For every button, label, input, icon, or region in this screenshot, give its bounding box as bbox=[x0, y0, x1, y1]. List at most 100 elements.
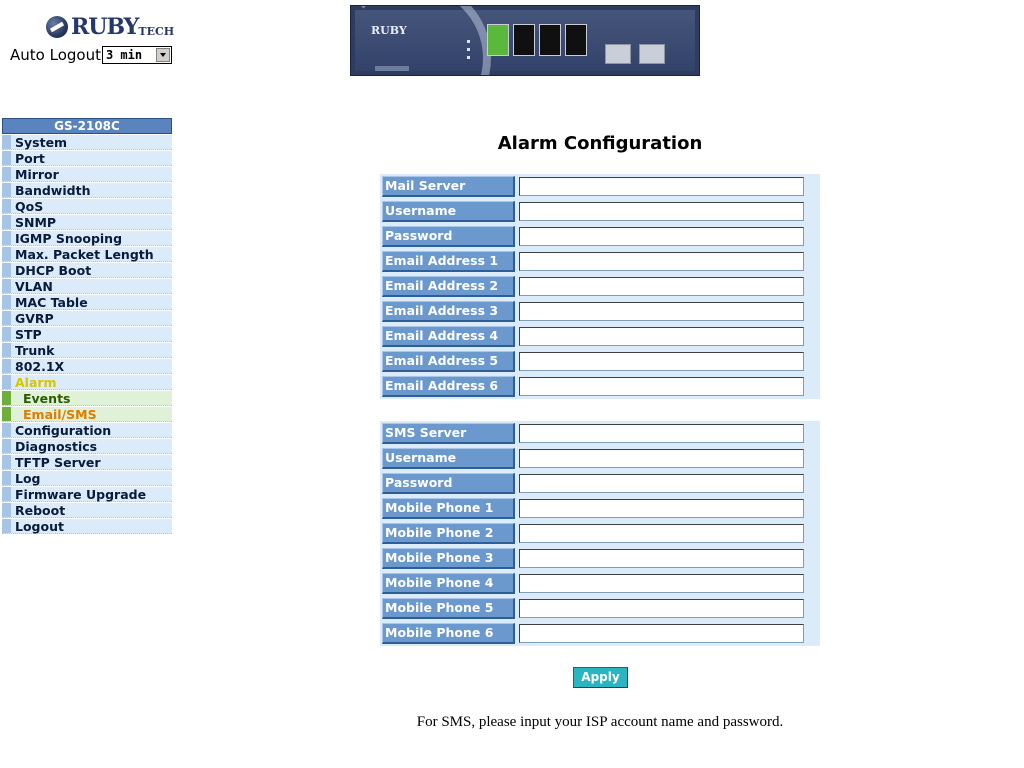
mobile-phone-1-input[interactable] bbox=[519, 499, 804, 518]
ethernet-port-4 bbox=[565, 24, 587, 56]
field-label: Email Address 6 bbox=[382, 376, 515, 397]
field-label: Mobile Phone 5 bbox=[382, 598, 515, 619]
field-label: Password bbox=[382, 473, 515, 494]
mail-server-input[interactable] bbox=[519, 177, 804, 196]
mobile-phone-3-input[interactable] bbox=[519, 549, 804, 568]
field-label: Email Address 1 bbox=[382, 251, 515, 272]
sidebar-item-mirror[interactable]: Mirror bbox=[2, 167, 172, 182]
sms-config-table: SMS Server Username Password Mobile Phon… bbox=[380, 421, 820, 646]
panel-logo: RUBY bbox=[371, 24, 407, 37]
sidebar-subitem-email-sms[interactable]: Email/SMS bbox=[2, 407, 172, 422]
form-row-sms-server: SMS Server bbox=[380, 421, 820, 446]
rubytech-logo: RUBY TECH bbox=[46, 14, 174, 40]
field-label: Email Address 2 bbox=[382, 276, 515, 297]
sidebar-item-bandwidth[interactable]: Bandwidth bbox=[2, 183, 172, 198]
form-row-mobile-phone-1: Mobile Phone 1 bbox=[380, 496, 820, 521]
switch-front-panel: RUBY bbox=[350, 5, 700, 76]
auto-logout: Auto Logout 3 min bbox=[10, 45, 172, 65]
field-label: Mobile Phone 3 bbox=[382, 548, 515, 569]
sms-server-input[interactable] bbox=[519, 424, 804, 443]
apply-button[interactable]: Apply bbox=[573, 667, 628, 688]
mobile-phone-6-input[interactable] bbox=[519, 624, 804, 643]
email-address-3-input[interactable] bbox=[519, 302, 804, 321]
form-row-email-address-3: Email Address 3 bbox=[380, 299, 820, 324]
auto-logout-value: 3 min bbox=[105, 48, 143, 62]
sidebar-item-igmp-snooping[interactable]: IGMP Snooping bbox=[2, 231, 172, 246]
form-row-email-password: Password bbox=[380, 224, 820, 249]
logo-suffix: TECH bbox=[138, 24, 175, 38]
form-row-mobile-phone-2: Mobile Phone 2 bbox=[380, 521, 820, 546]
globe-icon bbox=[46, 16, 68, 38]
auto-logout-label: Auto Logout bbox=[10, 46, 101, 64]
form-row-mobile-phone-4: Mobile Phone 4 bbox=[380, 571, 820, 596]
email-config-table: Mail Server Username Password Email Addr… bbox=[380, 174, 820, 399]
form-row-mail-server: Mail Server bbox=[380, 174, 820, 199]
form-row-email-address-1: Email Address 1 bbox=[380, 249, 820, 274]
logo-text: RUBY bbox=[71, 14, 139, 40]
field-label: Mobile Phone 2 bbox=[382, 523, 515, 544]
ethernet-port-3 bbox=[539, 24, 561, 56]
sidebar-item-vlan[interactable]: VLAN bbox=[2, 279, 172, 294]
sidebar-item-gvrp[interactable]: GVRP bbox=[2, 311, 172, 326]
ethernet-port-2 bbox=[513, 24, 535, 56]
email-password-input[interactable] bbox=[519, 227, 804, 246]
sidebar-item-configuration[interactable]: Configuration bbox=[2, 423, 172, 438]
email-address-1-input[interactable] bbox=[519, 252, 804, 271]
sidebar-menu: GS-2108C System Port Mirror Bandwidth Qo… bbox=[2, 118, 172, 535]
mobile-phone-4-input[interactable] bbox=[519, 574, 804, 593]
field-label: SMS Server bbox=[382, 423, 515, 444]
sidebar-subitem-events[interactable]: Events bbox=[2, 391, 172, 406]
form-row-mobile-phone-6: Mobile Phone 6 bbox=[380, 621, 820, 646]
form-row-email-address-6: Email Address 6 bbox=[380, 374, 820, 399]
form-row-email-address-2: Email Address 2 bbox=[380, 274, 820, 299]
sidebar-item-reboot[interactable]: Reboot bbox=[2, 503, 172, 518]
sidebar-item-logout[interactable]: Logout bbox=[2, 519, 172, 534]
page-title: Alarm Configuration bbox=[497, 133, 703, 154]
field-label: Password bbox=[382, 226, 515, 247]
email-address-6-input[interactable] bbox=[519, 377, 804, 396]
sidebar-item-trunk[interactable]: Trunk bbox=[2, 343, 172, 358]
mobile-phone-2-input[interactable] bbox=[519, 524, 804, 543]
sms-password-input[interactable] bbox=[519, 474, 804, 493]
panel-strip bbox=[375, 66, 409, 71]
form-row-sms-username: Username bbox=[380, 446, 820, 471]
sidebar-item-dhcp-boot[interactable]: DHCP Boot bbox=[2, 263, 172, 278]
field-label: Mobile Phone 4 bbox=[382, 573, 515, 594]
sfp-port-2 bbox=[639, 44, 665, 64]
sidebar-item-qos[interactable]: QoS bbox=[2, 199, 172, 214]
form-row-email-username: Username bbox=[380, 199, 820, 224]
field-label: Mail Server bbox=[382, 176, 515, 197]
sidebar-item-stp[interactable]: STP bbox=[2, 327, 172, 342]
dropdown-arrow-icon[interactable] bbox=[155, 48, 170, 62]
sidebar-item-system[interactable]: System bbox=[2, 135, 172, 150]
field-label: Email Address 4 bbox=[382, 326, 515, 347]
field-label: Username bbox=[382, 448, 515, 469]
sidebar-item-alarm[interactable]: Alarm bbox=[2, 375, 172, 390]
led-icon bbox=[467, 48, 470, 51]
sidebar-item-8021x[interactable]: 802.1X bbox=[2, 359, 172, 374]
email-address-5-input[interactable] bbox=[519, 352, 804, 371]
sms-username-input[interactable] bbox=[519, 449, 804, 468]
mobile-phone-5-input[interactable] bbox=[519, 599, 804, 618]
sidebar-item-port[interactable]: Port bbox=[2, 151, 172, 166]
sms-note: For SMS, please input your ISP account n… bbox=[416, 714, 784, 730]
email-address-2-input[interactable] bbox=[519, 277, 804, 296]
led-icon bbox=[467, 56, 470, 59]
sidebar-item-max-packet-length[interactable]: Max. Packet Length bbox=[2, 247, 172, 262]
sidebar-item-tftp-server[interactable]: TFTP Server bbox=[2, 455, 172, 470]
sidebar-item-diagnostics[interactable]: Diagnostics bbox=[2, 439, 172, 454]
email-address-4-input[interactable] bbox=[519, 327, 804, 346]
field-label: Email Address 5 bbox=[382, 351, 515, 372]
sidebar-item-firmware-upgrade[interactable]: Firmware Upgrade bbox=[2, 487, 172, 502]
field-label: Mobile Phone 6 bbox=[382, 623, 515, 644]
sidebar-item-log[interactable]: Log bbox=[2, 471, 172, 486]
form-row-mobile-phone-5: Mobile Phone 5 bbox=[380, 596, 820, 621]
field-label: Username bbox=[382, 201, 515, 222]
panel-face: RUBY bbox=[355, 6, 695, 75]
auto-logout-select[interactable]: 3 min bbox=[101, 46, 172, 64]
sidebar-item-snmp[interactable]: SNMP bbox=[2, 215, 172, 230]
form-row-email-address-4: Email Address 4 bbox=[380, 324, 820, 349]
email-username-input[interactable] bbox=[519, 202, 804, 221]
ethernet-port-1 bbox=[487, 24, 509, 56]
sidebar-item-mac-table[interactable]: MAC Table bbox=[2, 295, 172, 310]
